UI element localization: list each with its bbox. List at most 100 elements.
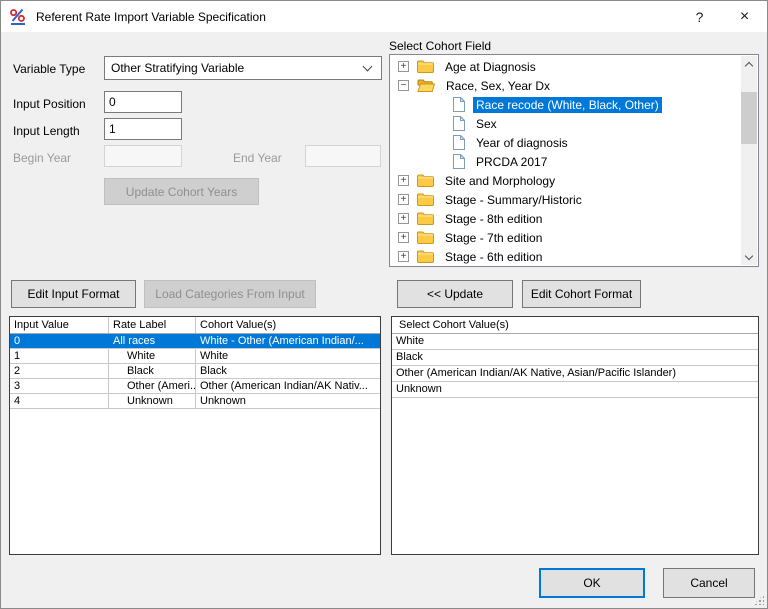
begin-year-field (104, 145, 182, 167)
folder-closed-icon (417, 174, 434, 187)
document-icon (453, 97, 465, 112)
expand-toggle-icon[interactable]: + (398, 175, 409, 186)
table-cell: 4 (10, 394, 109, 408)
tree-item-label: Age at Diagnosis (442, 59, 539, 75)
folder-closed-icon (417, 212, 434, 225)
document-icon (453, 154, 465, 169)
tree-item-label: Sex (473, 116, 500, 132)
window-title: Referent Rate Import Variable Specificat… (36, 10, 677, 24)
tree-item[interactable]: + Stage - 6th edition (390, 247, 741, 266)
collapse-toggle-icon[interactable]: − (398, 80, 409, 91)
tree-item[interactable]: − Race, Sex, Year Dx (390, 76, 741, 95)
list-item[interactable]: Other (American Indian/AK Native, Asian/… (392, 366, 758, 382)
tree-item-label: PRCDA 2017 (473, 154, 550, 170)
scroll-down-icon[interactable] (741, 249, 757, 265)
expand-toggle-icon[interactable]: + (398, 61, 409, 72)
tree-item-label: Race, Sex, Year Dx (443, 78, 553, 94)
document-icon (453, 135, 465, 150)
cancel-button[interactable]: Cancel (663, 568, 755, 598)
folder-closed-icon (417, 193, 434, 206)
tree-item[interactable]: Race recode (White, Black, Other) (390, 95, 741, 114)
table-cell: All races (109, 334, 196, 348)
table-row[interactable]: 1WhiteWhite (10, 349, 380, 364)
folder-closed-icon (417, 60, 434, 73)
tree-item[interactable]: PRCDA 2017 (390, 152, 741, 171)
table-cell: 0 (10, 334, 109, 348)
table-row[interactable]: 2BlackBlack (10, 364, 380, 379)
load-categories-from-input-button: Load Categories From Input (144, 280, 316, 308)
close-button[interactable]: × (722, 1, 767, 32)
tree-item-label: Site and Morphology (442, 173, 558, 189)
list-item[interactable]: White (392, 334, 758, 350)
tree-item[interactable]: + Stage - 8th edition (390, 209, 741, 228)
expand-toggle-icon[interactable]: + (398, 213, 409, 224)
dialog-body: Variable Type Other Stratifying Variable… (1, 32, 767, 608)
tree-item[interactable]: + Stage - Summary/Historic (390, 190, 741, 209)
input-position-field[interactable] (104, 91, 182, 113)
edit-cohort-format-button[interactable]: Edit Cohort Format (522, 280, 641, 308)
end-year-field (305, 145, 381, 167)
table-cell: 1 (10, 349, 109, 363)
tree-item[interactable]: Sex (390, 114, 741, 133)
tree-item-label: Stage - 6th edition (442, 249, 545, 265)
title-bar: Referent Rate Import Variable Specificat… (1, 1, 767, 32)
table-row[interactable]: 3Other (Ameri...Other (American Indian/A… (10, 379, 380, 394)
column-header[interactable]: Cohort Value(s) (196, 317, 380, 333)
tree-scrollbar[interactable] (741, 56, 757, 265)
cohort-values-list: Select Cohort Value(s) WhiteBlackOther (… (391, 316, 759, 555)
table-cell: Black (109, 364, 196, 378)
variable-type-value: Other Stratifying Variable (111, 61, 364, 75)
tree-item-label: Race recode (White, Black, Other) (473, 97, 662, 113)
table-cell: White - Other (American Indian/... (196, 334, 380, 348)
tree-item-label: Stage - 8th edition (442, 211, 545, 227)
cohort-field-tree: + Age at Diagnosis − Race, Sex, Year Dx Race… (389, 54, 759, 267)
folder-open-icon (417, 79, 435, 92)
scroll-up-icon[interactable] (741, 56, 757, 72)
table-cell: Unknown (196, 394, 380, 408)
edit-input-format-button[interactable]: Edit Input Format (11, 280, 136, 308)
input-length-label: Input Length (13, 124, 80, 138)
variable-type-dropdown[interactable]: Other Stratifying Variable (104, 56, 382, 80)
table-cell: White (196, 349, 380, 363)
dialog-window: Referent Rate Import Variable Specificat… (0, 0, 768, 609)
tree-item[interactable]: + Site and Morphology (390, 171, 741, 190)
list-item[interactable]: Black (392, 350, 758, 366)
help-button[interactable]: ? (677, 1, 722, 32)
table-cell: Unknown (109, 394, 196, 408)
table-cell: 2 (10, 364, 109, 378)
column-header[interactable]: Rate Label (109, 317, 196, 333)
document-icon (453, 116, 465, 131)
table-row[interactable]: 4UnknownUnknown (10, 394, 380, 409)
tree-item-label: Stage - Summary/Historic (442, 192, 585, 208)
input-values-table: Input Value Rate Label Cohort Value(s) 0… (9, 316, 381, 555)
expand-toggle-icon[interactable]: + (398, 232, 409, 243)
chevron-down-icon (363, 62, 373, 72)
tree-item[interactable]: + Age at Diagnosis (390, 57, 741, 76)
expand-toggle-icon[interactable]: + (398, 194, 409, 205)
tree-item-label: Stage - 7th edition (442, 230, 545, 246)
tree-item[interactable]: Year of diagnosis (390, 133, 741, 152)
scrollbar-thumb[interactable] (741, 92, 757, 144)
tree-item[interactable]: + Stage - 7th edition (390, 228, 741, 247)
variable-type-label: Variable Type (13, 62, 85, 76)
table-cell: Black (196, 364, 380, 378)
select-cohort-field-label: Select Cohort Field (389, 39, 491, 53)
tree-item-label: Year of diagnosis (473, 135, 571, 151)
app-rate-icon (9, 8, 27, 26)
folder-closed-icon (417, 250, 434, 263)
ok-button[interactable]: OK (539, 568, 645, 598)
update-button[interactable]: << Update (397, 280, 513, 308)
update-cohort-years-button: Update Cohort Years (104, 178, 259, 205)
table-cell: Other (American Indian/AK Nativ... (196, 379, 380, 393)
table-row[interactable]: 0All racesWhite - Other (American Indian… (10, 334, 380, 349)
expand-toggle-icon[interactable]: + (398, 251, 409, 262)
input-length-field[interactable] (104, 118, 182, 140)
end-year-label: End Year (233, 151, 282, 165)
list-item[interactable]: Unknown (392, 382, 758, 398)
list-header: Select Cohort Value(s) (392, 317, 758, 334)
table-cell: White (109, 349, 196, 363)
folder-closed-icon (417, 231, 434, 244)
table-header-row: Input Value Rate Label Cohort Value(s) (10, 317, 380, 334)
column-header[interactable]: Input Value (10, 317, 109, 333)
input-position-label: Input Position (13, 97, 86, 111)
